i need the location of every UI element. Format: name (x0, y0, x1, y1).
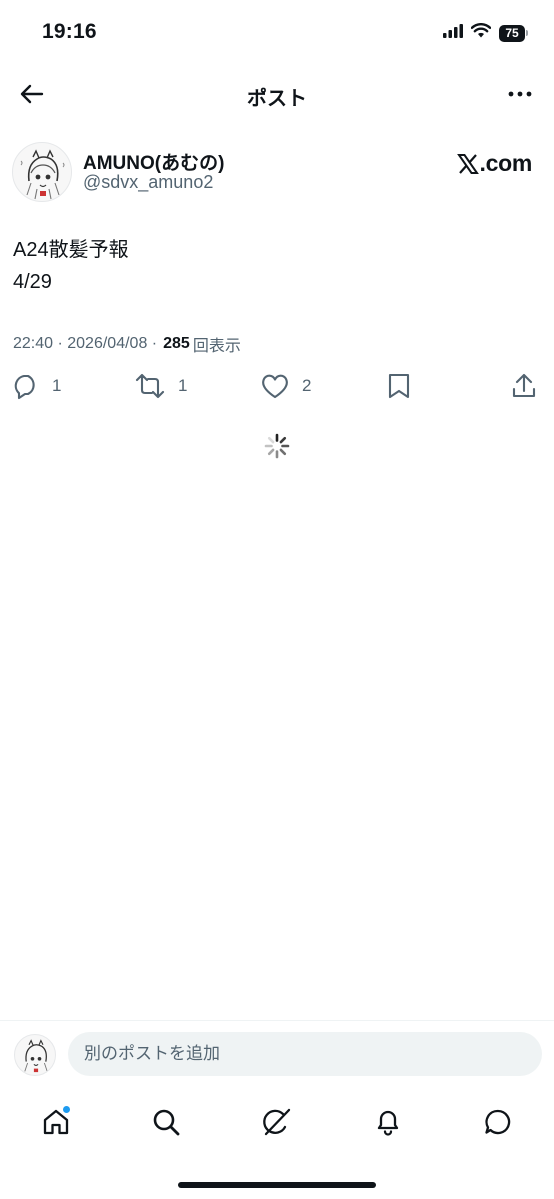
avatar-illustration (20, 149, 65, 200)
search-tab[interactable] (146, 1102, 186, 1142)
bookmark-icon (388, 373, 410, 399)
bottom-tab-bar (0, 1094, 554, 1150)
source-badge: .com (456, 150, 533, 177)
post-text-line: 4/29 (13, 271, 52, 293)
unread-dot (62, 1105, 71, 1114)
messages-tab[interactable] (478, 1102, 518, 1142)
grok-tab[interactable] (257, 1102, 297, 1142)
x-logo-icon (456, 153, 479, 174)
repost-button[interactable]: 1 (134, 372, 187, 400)
add-post-input[interactable] (68, 1032, 542, 1076)
more-dots-icon (508, 91, 532, 97)
share-icon (512, 373, 536, 398)
avatar[interactable] (12, 142, 72, 202)
nav-header: ポスト (0, 68, 554, 120)
cellular-signal-icon (443, 23, 463, 43)
post-text: A24散髪予報 4/29 (13, 234, 129, 298)
share-button[interactable] (510, 372, 538, 400)
bookmark-button[interactable] (386, 372, 412, 400)
grok-icon (263, 1108, 291, 1136)
action-bar: 1 1 2 (0, 370, 554, 406)
reply-composer (0, 1030, 554, 1078)
like-button[interactable]: 2 (260, 372, 311, 400)
view-count: 285 (163, 335, 190, 352)
reply-icon (14, 374, 35, 400)
home-tab[interactable] (36, 1102, 76, 1142)
page-title: ポスト (247, 88, 307, 110)
reply-count: 1 (52, 376, 62, 395)
more-options-button[interactable] (504, 80, 536, 108)
notifications-tab[interactable] (368, 1102, 408, 1142)
user-handle[interactable]: @sdvx_amuno2 (83, 172, 213, 193)
display-name[interactable]: AMUNO(あむの) (83, 148, 224, 175)
status-bar: 19:16 75 (0, 0, 554, 64)
search-icon (153, 1109, 180, 1136)
post-text-line: A24散髪予報 (13, 239, 129, 261)
my-avatar[interactable] (14, 1034, 56, 1076)
source-badge-text: .com (479, 150, 533, 176)
message-bubble-icon (485, 1109, 511, 1135)
status-icons: 75 (443, 23, 528, 43)
bell-icon (377, 1110, 399, 1136)
post-detail-screen: 19:16 75 ポスト AMUNO(あむの) @sdvx_amuno2 .co… (0, 0, 554, 1199)
status-time: 19:16 (42, 20, 97, 43)
battery-cap (526, 30, 528, 36)
reply-button[interactable]: 1 (12, 372, 61, 400)
wifi-icon (470, 23, 492, 43)
loading-spinner-icon (264, 433, 290, 459)
battery-level: 75 (499, 24, 525, 42)
view-count-label: 回表示 (192, 338, 241, 355)
home-indicator (178, 1182, 376, 1188)
author-row: AMUNO(あむの) @sdvx_amuno2 .com (12, 140, 542, 202)
post-meta: 22:40 · 2026/04/08 · 285 回表示 (13, 332, 241, 356)
post-timestamp[interactable]: 22:40 · 2026/04/08 · (13, 335, 157, 353)
composer-divider (0, 1020, 554, 1021)
repost-count: 1 (178, 376, 188, 395)
repost-icon (135, 373, 165, 399)
battery-icon: 75 (499, 24, 528, 42)
avatar-illustration (24, 1039, 48, 1073)
like-count: 2 (302, 376, 312, 395)
heart-icon (262, 374, 288, 399)
